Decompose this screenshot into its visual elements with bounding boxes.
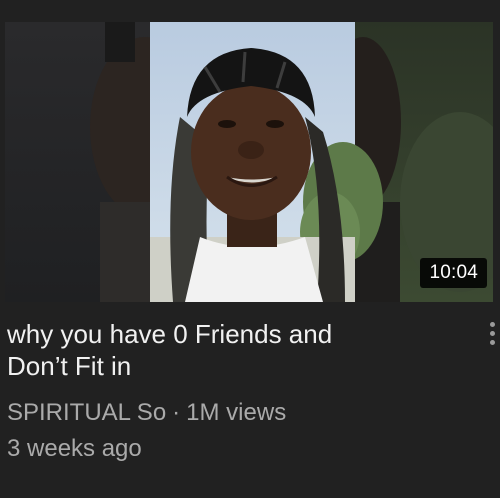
more-vert-icon[interactable]: [486, 322, 498, 352]
video-title[interactable]: why you have 0 Friends and Don’t Fit in: [7, 318, 457, 382]
video-title-line-2: Don’t Fit in: [7, 351, 132, 381]
more-dot: [489, 340, 495, 345]
meta-separator: ·: [172, 399, 181, 426]
upload-age: 3 weeks ago: [7, 435, 142, 462]
video-title-line-1: why you have 0 Friends and: [7, 319, 333, 349]
more-dot: [489, 331, 495, 336]
video-thumbnail[interactable]: 10:04: [5, 22, 493, 302]
video-card[interactable]: 10:04 why you have 0 Friends and Don’t F…: [0, 0, 500, 498]
video-meta-line-2: 3 weeks ago: [7, 434, 142, 464]
video-meta-line-1: SPIRITUAL So · 1M views: [7, 398, 286, 428]
view-count: 1M views: [186, 399, 287, 426]
channel-name[interactable]: SPIRITUAL So: [7, 399, 166, 426]
duration-badge: 10:04: [420, 258, 487, 288]
more-dot: [489, 322, 495, 327]
